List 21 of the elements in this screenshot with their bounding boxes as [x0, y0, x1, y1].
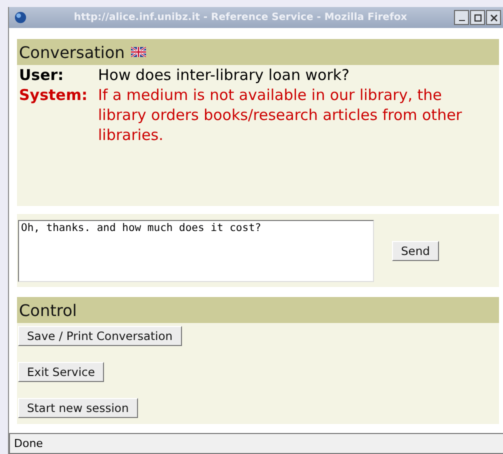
close-icon [488, 12, 498, 22]
message-text: If a medium is not available in our library, the library orders books/research articles from other libraries. [98, 85, 463, 145]
status-text: Done [14, 437, 43, 450]
minimize-button[interactable] [454, 10, 469, 25]
minimize-icon [458, 20, 464, 22]
control-button[interactable]: Start new session [18, 398, 138, 418]
message-field[interactable]: Oh, thanks. and how much does it cost? [18, 220, 374, 282]
maximize-button[interactable] [470, 10, 485, 25]
speaker-label: System: [19, 85, 88, 106]
section-title: Control [19, 300, 77, 320]
section-title: Conversation [19, 42, 125, 62]
close-button[interactable] [486, 10, 501, 25]
send-button[interactable]: Send [392, 240, 439, 260]
message-text: How does inter-library loan work? [98, 65, 351, 85]
control-button[interactable]: Exit Service [18, 362, 104, 382]
flag-icon [130, 47, 146, 57]
window-title: http://alice.inf.unibz.it - Reference Service - Mozilla Firefox [72, 12, 408, 23]
globe-icon [14, 11, 27, 24]
maximize-icon [472, 12, 482, 22]
speaker-label: User: [19, 65, 65, 85]
control-button[interactable]: Save / Print Conversation [18, 326, 182, 346]
